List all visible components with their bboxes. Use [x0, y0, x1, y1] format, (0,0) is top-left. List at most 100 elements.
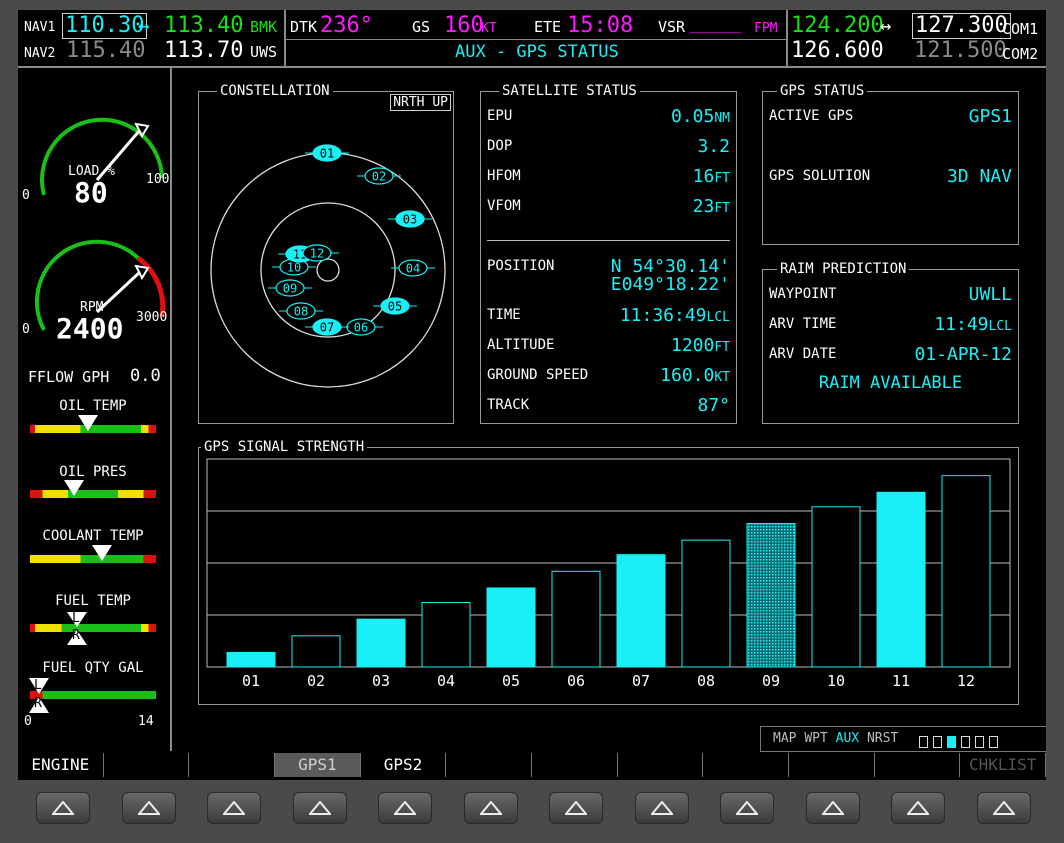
raim-title: RAIM PREDICTION — [777, 261, 910, 277]
softkey-3[interactable] — [189, 753, 275, 777]
softkey-8[interactable] — [617, 753, 704, 777]
softkey-chklist[interactable]: CHKLIST — [960, 753, 1046, 777]
page-group-map[interactable]: MAP — [773, 731, 804, 746]
satellite-label-08: 08 — [294, 305, 308, 319]
nav2-standby-freq[interactable]: 113.70 — [164, 38, 243, 63]
satellite-08: 08 — [279, 302, 323, 320]
bezel-button-9[interactable] — [720, 792, 774, 824]
nav1-swap-arrow[interactable]: ↔ — [138, 15, 149, 37]
bezel-button-2[interactable] — [121, 792, 176, 824]
vsr-value: _____ — [690, 14, 742, 34]
com1-standby-freq[interactable]: 127.300 — [912, 13, 1011, 39]
vsr-label: VSR — [658, 18, 686, 36]
epu-row: EPU 0.05NM — [487, 106, 730, 130]
com2-standby-freq[interactable]: 121.500 — [914, 38, 1007, 63]
softkey-6[interactable] — [446, 753, 532, 777]
satellite-label-07: 07 — [320, 321, 334, 335]
oil-pres-label: OIL PRES — [59, 464, 127, 480]
vsr-unit: FPM — [754, 21, 778, 36]
bezel-button-11[interactable] — [891, 792, 945, 824]
softkey-engine[interactable]: ENGINE — [18, 753, 104, 777]
signal-tick-05: 05 — [502, 672, 520, 690]
active-gps-label: ACTIVE GPS — [769, 108, 854, 124]
page-group-nrst[interactable]: NRST — [867, 731, 898, 746]
ground-speed-row: GROUND SPEED 160.0KT — [487, 365, 730, 389]
fuel-qty-left-marker: L — [34, 678, 42, 693]
raim-arv-time-value[interactable]: 11:49 — [934, 314, 988, 335]
signal-bar-08 — [681, 539, 731, 668]
satellite-label-06: 06 — [354, 321, 368, 335]
triangle-up-icon — [992, 801, 1015, 815]
constellation-panel: CONSTELLATION NRTH UP 01 02 03 04 05 06 07 08 09… — [198, 83, 454, 424]
softkey-11[interactable] — [874, 753, 961, 777]
rpm-max: 3000 — [136, 310, 168, 325]
signal-tick-11: 11 — [892, 672, 910, 690]
track-label: TRACK — [487, 397, 530, 413]
signal-tick-09: 09 — [762, 672, 780, 690]
com1-label: COM1 — [1002, 20, 1039, 38]
raim-prediction-panel: RAIM PREDICTION WAYPOINT UWLL ARV TIME 1… — [762, 261, 1019, 424]
softkey-10[interactable] — [789, 753, 875, 777]
page-group-wpt[interactable]: WPT — [804, 731, 835, 746]
signal-bar-06 — [551, 570, 601, 668]
active-gps-value[interactable]: GPS1 — [969, 106, 1012, 127]
com2-active-freq[interactable]: 126.600 — [791, 38, 884, 63]
bezel-button-8[interactable] — [634, 792, 689, 824]
signal-bar-09 — [746, 522, 796, 668]
triangle-up-icon — [736, 801, 758, 815]
satellite-label-04: 04 — [406, 262, 420, 276]
page-dot-4 — [961, 736, 970, 748]
fuel-qty-right-marker: R — [34, 696, 42, 711]
satellite-label-09: 09 — [283, 282, 297, 296]
softkey-gps1[interactable]: GPS1 — [275, 753, 361, 777]
raim-arv-date-value[interactable]: 01-APR-12 — [914, 344, 1012, 365]
signal-tick-10: 10 — [827, 672, 845, 690]
triangle-up-icon — [821, 801, 844, 815]
bezel-button-3[interactable] — [207, 792, 261, 824]
triangle-up-icon — [308, 801, 331, 815]
signal-bar-11 — [876, 491, 926, 668]
nav2-active-freq[interactable]: 115.40 — [66, 38, 145, 63]
hfom-row: HFOM 16FT — [487, 166, 730, 190]
raim-waypoint-value[interactable]: UWLL — [969, 284, 1012, 305]
softkey-7[interactable] — [532, 753, 618, 777]
hfom-unit: FT — [714, 171, 730, 186]
signal-strength-chart: 01 02 03 04 05 06 07 08 09 10 11 12 — [206, 458, 1011, 690]
fuel-temp-label: FUEL TEMP — [55, 593, 131, 609]
page-group-aux[interactable]: AUX — [836, 731, 867, 746]
page-dot-2 — [933, 736, 942, 748]
nav1-standby-freq[interactable]: 113.40 — [164, 13, 243, 38]
bezel-button-10[interactable] — [805, 792, 860, 824]
hfom-label: HFOM — [487, 168, 521, 184]
epu-label: EPU — [487, 108, 513, 124]
triangle-up-icon — [137, 801, 160, 815]
softkey-gps2[interactable]: GPS2 — [360, 753, 447, 777]
ground-speed-value: 160.0 — [660, 365, 715, 386]
com1-active-freq[interactable]: 124.200 — [791, 13, 884, 38]
bezel-button-6[interactable] — [463, 792, 518, 824]
softkey-2[interactable] — [103, 753, 190, 777]
dop-value: 3.2 — [697, 136, 730, 157]
raim-status: RAIM AVAILABLE — [818, 373, 963, 393]
bezel-button-5[interactable] — [378, 792, 432, 824]
satellite-label-12: 12 — [310, 247, 324, 261]
vfom-row: VFOM 23FT — [487, 196, 730, 220]
signal-bar-07 — [616, 554, 666, 668]
softkey-9[interactable] — [703, 753, 789, 777]
bezel-button-7[interactable] — [549, 792, 603, 824]
nav1-active-freq[interactable]: 110.30 — [62, 13, 148, 39]
time-unit: LCL — [706, 310, 730, 325]
load-min: 0 — [22, 188, 30, 203]
satellite-09: 09 — [268, 279, 312, 297]
bezel-button-4[interactable] — [292, 792, 347, 824]
satellite-label-03: 03 — [403, 213, 417, 227]
active-gps-row: ACTIVE GPS GPS1 — [769, 106, 1012, 130]
bezel-button-1[interactable] — [36, 792, 90, 824]
triangle-up-icon — [650, 801, 673, 815]
triangle-up-icon — [223, 801, 245, 815]
bezel-button-12[interactable] — [976, 792, 1031, 824]
ground-speed-unit: KT — [714, 370, 730, 385]
com1-swap-arrow[interactable]: ↔ — [880, 15, 891, 37]
signal-bar-12 — [941, 475, 991, 668]
mfd-screen: NAV1 110.30 ↔ 113.40 BMK NAV2 115.40 113… — [18, 10, 1046, 780]
